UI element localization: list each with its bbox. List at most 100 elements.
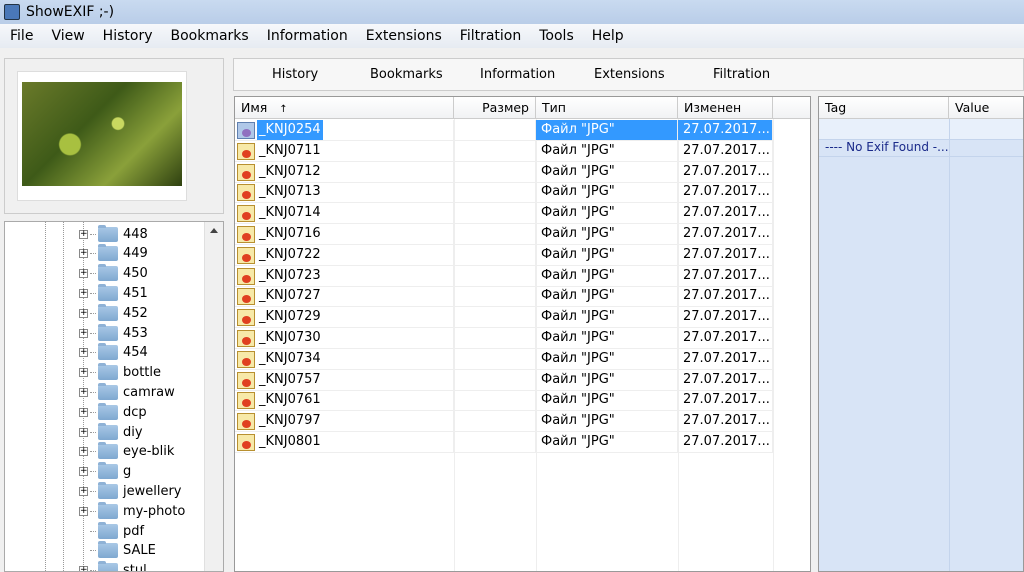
expand-icon[interactable]: + — [79, 467, 88, 477]
tree-scrollbar[interactable] — [204, 222, 223, 571]
scroll-up-arrow-icon[interactable] — [210, 228, 218, 233]
folder-label: g — [123, 464, 132, 480]
file-row[interactable]: _KNJ0716 Файл "JPG" 27.07.2017... — [235, 224, 773, 245]
jpg-file-icon — [237, 142, 255, 160]
tab-information[interactable]: Information — [480, 67, 555, 82]
file-row[interactable]: _KNJ0723 Файл "JPG" 27.07.2017... — [235, 265, 773, 287]
menu-help[interactable]: Help — [582, 28, 632, 44]
file-type: Файл "JPG" — [536, 161, 678, 182]
expand-icon[interactable]: + — [79, 407, 88, 417]
folder-icon — [98, 501, 118, 519]
file-row[interactable]: _KNJ0729 Файл "JPG" 27.07.2017... — [235, 307, 773, 329]
file-row[interactable]: _KNJ0797 Файл "JPG" 27.07.2017... — [235, 411, 773, 433]
file-row[interactable]: _KNJ0714 Файл "JPG" 27.07.2017... — [235, 203, 773, 225]
file-name: _KNJ0722 — [259, 246, 321, 262]
tree-folder-item[interactable]: SALE — [79, 541, 156, 561]
tree-folder-item[interactable]: + stul — [79, 561, 147, 571]
file-size — [454, 265, 536, 286]
column-header-value[interactable]: Value — [949, 97, 1023, 119]
expand-icon[interactable]: + — [79, 328, 88, 338]
menu-view[interactable]: View — [41, 28, 92, 44]
folder-icon — [98, 343, 118, 361]
column-header-name[interactable]: Имя ↑ — [235, 97, 454, 119]
tree-folder-item[interactable]: +450 — [79, 264, 148, 284]
expand-icon[interactable]: + — [79, 348, 88, 358]
menu-bookmarks[interactable]: Bookmarks — [160, 28, 256, 44]
file-modified: 27.07.2017... — [678, 369, 773, 390]
tab-filtration[interactable]: Filtration — [713, 67, 770, 82]
no-exif-message: ---- No Exif Found -... — [819, 136, 1023, 157]
expand-icon[interactable]: + — [79, 387, 88, 397]
tree-folder-item[interactable]: + jewellery — [79, 481, 182, 501]
file-row[interactable]: _KNJ0722 Файл "JPG" 27.07.2017... — [235, 244, 773, 266]
file-row[interactable]: _KNJ0730 Файл "JPG" 27.07.2017... — [235, 328, 773, 349]
tree-folder-item[interactable]: + diy — [79, 422, 143, 442]
file-modified: 27.07.2017... — [678, 328, 773, 348]
tree-folder-item[interactable]: +454 — [79, 343, 148, 363]
tree-folder-item[interactable]: + my-photo — [79, 501, 185, 521]
tab-history[interactable]: History — [272, 67, 318, 82]
file-size — [454, 140, 536, 161]
folder-icon — [98, 442, 118, 460]
folder-label: 449 — [123, 246, 148, 262]
file-row[interactable]: _KNJ0254 Файл "JPG" 27.07.2017... — [235, 120, 773, 141]
expand-icon[interactable]: + — [79, 486, 88, 496]
file-type: Файл "JPG" — [536, 328, 678, 348]
tree-folder-item[interactable]: +453 — [79, 323, 148, 343]
menu-extensions[interactable]: Extensions — [356, 28, 450, 44]
column-header-type[interactable]: Тип — [536, 97, 678, 119]
menu-history[interactable]: History — [93, 28, 161, 44]
tree-folder-item[interactable]: +448 — [79, 224, 148, 244]
menu-file[interactable]: File — [0, 28, 41, 44]
tab-extensions[interactable]: Extensions — [594, 67, 665, 82]
folder-icon — [98, 402, 118, 420]
expand-icon[interactable]: + — [79, 269, 88, 279]
file-modified: 27.07.2017... — [678, 265, 773, 286]
folder-icon — [98, 224, 118, 242]
file-row[interactable]: _KNJ0761 Файл "JPG" 27.07.2017... — [235, 390, 773, 412]
tree-folder-item[interactable]: + eye-blik — [79, 442, 174, 462]
file-row[interactable]: _KNJ0727 Файл "JPG" 27.07.2017... — [235, 286, 773, 308]
tree-folder-item[interactable]: +452 — [79, 303, 148, 323]
tree-folder-item[interactable]: + bottle — [79, 363, 161, 383]
tab-bookmarks[interactable]: Bookmarks — [370, 67, 443, 82]
folder-icon — [98, 481, 118, 499]
file-row[interactable]: _KNJ0711 Файл "JPG" 27.07.2017... — [235, 140, 773, 162]
column-header-blank — [773, 97, 810, 119]
folder-icon — [98, 541, 118, 559]
menu-information[interactable]: Information — [257, 28, 356, 44]
expand-icon[interactable]: + — [79, 447, 88, 457]
tree-folder-item[interactable]: + dcp — [79, 402, 147, 422]
column-header-tag[interactable]: Tag — [819, 97, 949, 119]
folder-tree[interactable]: +448 +449 +450 +451 +452 +453 +454 + bottle + camr… — [4, 221, 224, 572]
app-icon — [4, 4, 20, 20]
tree-folder-item[interactable]: + camraw — [79, 382, 175, 402]
column-header-modified[interactable]: Изменен — [678, 97, 773, 119]
folder-label: jewellery — [123, 483, 182, 499]
expand-icon[interactable]: + — [79, 566, 88, 571]
file-row[interactable]: _KNJ0801 Файл "JPG" 27.07.2017... — [235, 432, 773, 453]
expand-icon[interactable]: + — [79, 308, 88, 318]
tree-folder-item[interactable]: +451 — [79, 283, 148, 303]
expand-icon[interactable]: + — [79, 249, 88, 259]
expand-icon[interactable]: + — [79, 288, 88, 298]
menu-filtration[interactable]: Filtration — [450, 28, 529, 44]
column-header-size[interactable]: Размер — [454, 97, 536, 119]
exif-panel[interactable]: Tag Value ---- No Exif Found -... — [818, 96, 1024, 572]
file-row[interactable]: _KNJ0734 Файл "JPG" 27.07.2017... — [235, 348, 773, 370]
file-list[interactable]: Имя ↑ Размер Тип Изменен _KNJ0254 Файл "J… — [234, 96, 811, 572]
expand-icon[interactable]: + — [79, 229, 88, 239]
menu-tools[interactable]: Tools — [529, 28, 582, 44]
file-row[interactable]: _KNJ0713 Файл "JPG" 27.07.2017... — [235, 182, 773, 204]
expand-icon[interactable]: + — [79, 506, 88, 516]
tree-folder-item[interactable]: pdf — [79, 521, 144, 541]
file-type: Файл "JPG" — [536, 286, 678, 307]
file-row[interactable]: _KNJ0712 Файл "JPG" 27.07.2017... — [235, 161, 773, 183]
tree-folder-item[interactable]: + g — [79, 462, 131, 482]
expand-icon[interactable]: + — [79, 427, 88, 437]
file-row[interactable]: _KNJ0757 Файл "JPG" 27.07.2017... — [235, 369, 773, 391]
expand-icon[interactable]: + — [79, 368, 88, 378]
file-name: _KNJ0734 — [259, 350, 321, 366]
window-title: ShowEXIF ;-) — [26, 4, 115, 20]
tree-folder-item[interactable]: +449 — [79, 244, 148, 264]
